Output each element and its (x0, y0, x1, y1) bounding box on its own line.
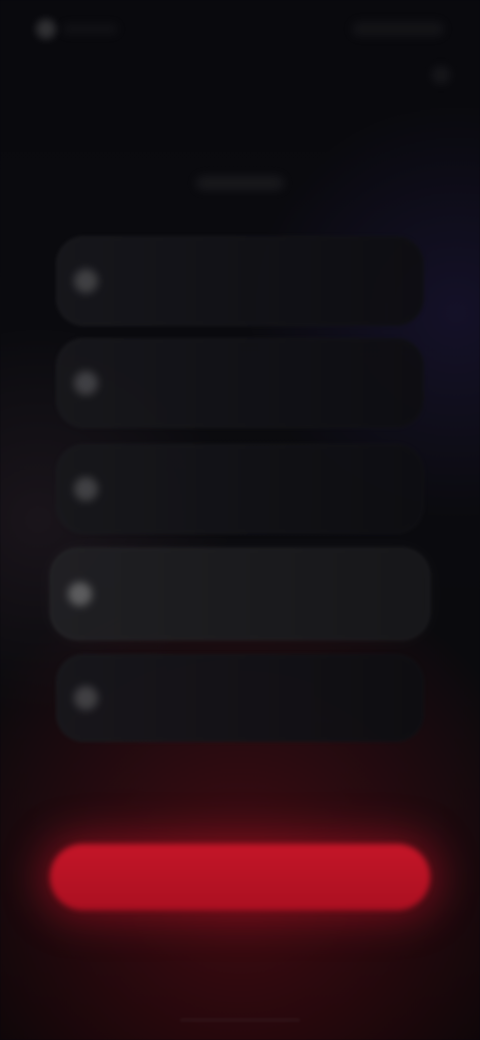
option-card-5[interactable] (56, 654, 424, 742)
radio-button-icon (74, 477, 98, 501)
option-title-4 (168, 566, 298, 588)
status-bar (0, 14, 480, 42)
option-subtitle-4 (160, 595, 310, 611)
option-card-3[interactable] (56, 444, 424, 534)
option-title-2 (174, 356, 304, 378)
option-subtitle-1 (180, 282, 298, 298)
option-title-5 (174, 672, 304, 694)
continue-button[interactable] (50, 844, 430, 910)
option-title-3 (174, 462, 304, 484)
cta-area (40, 836, 440, 918)
dismiss-icon[interactable] (432, 66, 450, 84)
option-subtitle-3 (180, 490, 298, 506)
option-subtitle-5 (180, 700, 298, 716)
option-card-2[interactable] (56, 338, 424, 428)
status-right-area (352, 22, 444, 36)
option-card-1[interactable] (56, 236, 424, 326)
radio-button-icon (74, 269, 98, 293)
option-subtitle-2 (180, 384, 298, 400)
selection-screen (0, 0, 480, 1040)
home-indicator (180, 1018, 300, 1022)
radio-button-icon (74, 686, 98, 710)
option-card-4-selected[interactable] (50, 548, 430, 640)
page-subtitle (196, 176, 284, 190)
radio-button-icon (74, 371, 98, 395)
radio-button-icon (68, 582, 92, 606)
page-title (76, 108, 404, 142)
status-left-area (62, 24, 118, 34)
option-title-1 (174, 254, 304, 276)
notification-dot-icon (36, 19, 56, 39)
